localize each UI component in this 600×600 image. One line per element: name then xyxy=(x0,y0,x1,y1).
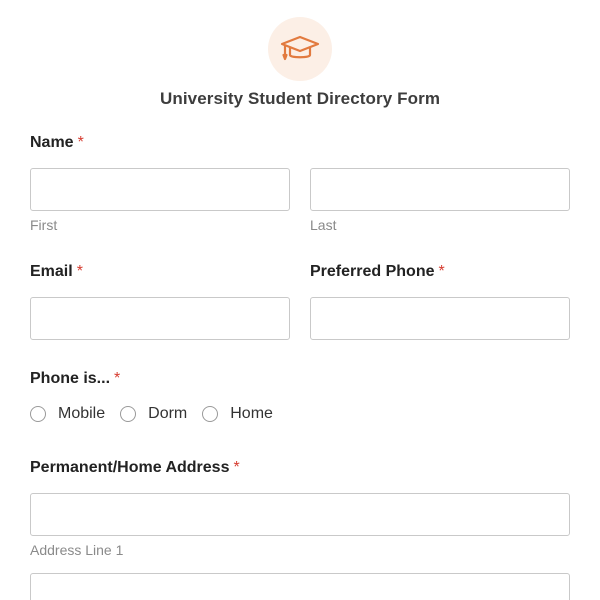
form-title: University Student Directory Form xyxy=(159,89,441,108)
name-label: Name * xyxy=(30,134,84,152)
preferred-phone-label: Preferred Phone * xyxy=(310,263,445,281)
address-line1-sublabel: Address Line 1 xyxy=(30,542,124,558)
required-asterisk: * xyxy=(438,263,445,280)
radio-button-mobile[interactable] xyxy=(30,406,46,422)
form-logo xyxy=(268,17,332,81)
radio-button-home[interactable] xyxy=(202,406,219,422)
radio-label-mobile[interactable]: Mobile xyxy=(58,405,105,423)
phone-type-label-text: Phone is... xyxy=(30,370,111,387)
required-asterisk: * xyxy=(77,134,84,151)
address-line2-input[interactable] xyxy=(30,573,570,600)
graduation-cap-icon xyxy=(280,35,320,61)
phone-type-radio-group: Mobile Dorm Home xyxy=(30,403,288,425)
last-name-sublabel: Last xyxy=(310,217,337,233)
address-line1-input[interactable] xyxy=(30,493,570,536)
form-page: University Student Directory Form Name * … xyxy=(0,0,600,600)
preferred-phone-input[interactable] xyxy=(310,297,570,340)
address-label-text: Permanent/Home Address xyxy=(30,459,230,476)
phone-type-label: Phone is... * xyxy=(30,370,120,388)
last-name-input[interactable] xyxy=(310,168,570,211)
address-label: Permanent/Home Address * xyxy=(30,459,240,477)
email-label: Email * xyxy=(30,263,83,281)
radio-option-home[interactable]: Home xyxy=(202,405,273,423)
email-input[interactable] xyxy=(30,297,290,340)
preferred-phone-label-text: Preferred Phone xyxy=(310,263,435,280)
radio-option-mobile[interactable]: Mobile xyxy=(30,405,105,423)
required-asterisk: * xyxy=(233,459,240,476)
radio-option-dorm[interactable]: Dorm xyxy=(120,405,187,423)
required-asterisk: * xyxy=(114,370,121,387)
email-label-text: Email xyxy=(30,263,73,280)
first-name-input[interactable] xyxy=(30,168,290,211)
name-label-text: Name xyxy=(30,134,74,151)
first-name-sublabel: First xyxy=(30,217,58,233)
radio-button-dorm[interactable] xyxy=(120,406,137,422)
required-asterisk: * xyxy=(76,263,83,280)
radio-label-dorm[interactable]: Dorm xyxy=(148,405,187,423)
radio-label-home[interactable]: Home xyxy=(230,405,273,423)
